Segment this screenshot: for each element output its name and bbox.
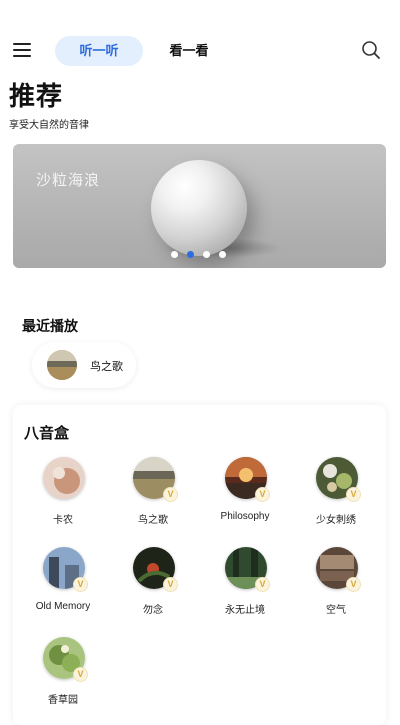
carousel-dot-1[interactable] [171,251,178,258]
recent-section-title: 最近播放 [22,318,78,334]
vip-badge-icon: V [255,487,270,502]
page-subtitle: 享受大自然的音律 [9,120,89,131]
recent-item-bird-song[interactable]: 鸟之歌 [32,342,136,388]
item-label: 少女刺绣 [316,515,356,526]
hamburger-menu-icon[interactable] [13,42,31,58]
item-label: Philosophy [220,511,270,522]
music-box-section: 八音盒 卡农 V 鸟之歌 V Philosophy V 少女刺绣 V Old M… [13,405,386,725]
item-label: 卡农 [53,515,73,526]
item-label: 鸟之歌 [138,515,168,526]
music-box-item-bird-song[interactable]: V 鸟之歌 [108,457,198,537]
vip-badge-icon: V [73,577,88,592]
music-box-title: 八音盒 [24,425,70,442]
music-box-item-miss-me-not[interactable]: V 勿念 [108,547,198,627]
music-box-item-endless[interactable]: V 永无止境 [200,547,290,627]
music-box-item-air[interactable]: V 空气 [291,547,381,627]
item-label: 勿念 [143,605,163,616]
vip-badge-icon: V [163,487,178,502]
recent-item-label: 鸟之歌 [90,361,123,373]
tab-listen[interactable]: 听一听 [55,36,143,66]
music-box-item-canon[interactable]: 卡农 [18,457,108,537]
music-box-item-philosophy[interactable]: V Philosophy [200,457,290,537]
page-title: 推荐 [9,81,64,111]
item-label: Old Memory [35,601,91,612]
music-box-item-embroidery[interactable]: V 少女刺绣 [291,457,381,537]
item-label: 香草园 [48,695,78,706]
banner-title: 沙粒海浪 [36,172,101,189]
banner-sphere-image [151,160,247,256]
vip-badge-icon: V [346,487,361,502]
carousel-dot-2[interactable] [187,251,194,258]
vip-badge-icon: V [73,667,88,682]
music-box-item-old-memory[interactable]: V Old Memory [18,547,108,627]
item-label: 空气 [326,605,346,616]
search-icon[interactable] [361,40,381,60]
carousel-dot-4[interactable] [219,251,226,258]
item-label: 永无止境 [225,605,265,616]
item-thumbnail [43,457,85,499]
featured-banner[interactable]: 沙粒海浪 [13,144,386,268]
vip-badge-icon: V [255,577,270,592]
carousel-dot-3[interactable] [203,251,210,258]
vip-badge-icon: V [163,577,178,592]
recent-item-thumbnail [47,350,77,380]
vip-badge-icon: V [346,577,361,592]
tab-watch[interactable]: 看一看 [163,36,215,66]
music-box-item-vanilla-garden[interactable]: V 香草园 [18,637,108,717]
